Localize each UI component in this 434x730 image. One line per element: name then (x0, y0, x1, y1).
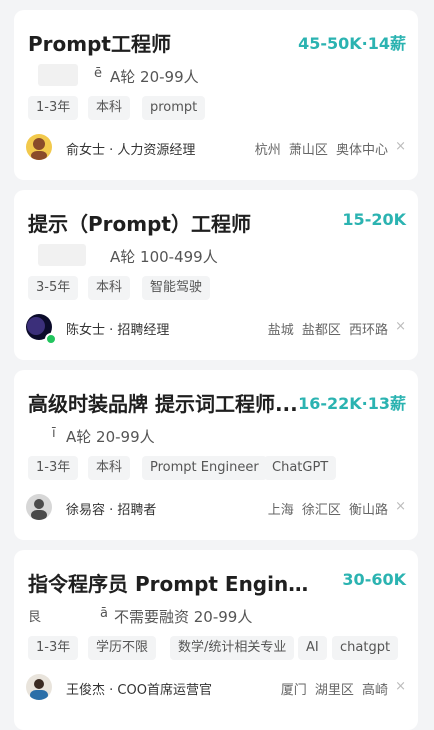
company-info: A轮 100-499人 (110, 248, 218, 266)
company-name-fragment: 艮 (28, 610, 42, 625)
recruiter-avatar[interactable] (26, 494, 52, 520)
job-title-row: 提示（Prompt）工程师 15-20K (28, 208, 406, 236)
job-tag: 智能驾驶 (142, 276, 211, 300)
recruiter-name-title: 王俊杰 · COO首席运营官 (66, 683, 212, 698)
job-title-row: Prompt工程师 45-50K·14薪 (28, 28, 406, 56)
recruiter-name-title: 俞女士 · 人力资源经理 (66, 143, 196, 158)
job-tag: prompt (142, 96, 206, 120)
avatar-head (34, 499, 44, 509)
recruiter-row: 陈女士 · 招聘经理 盐城 盐都区 西环路 × (26, 314, 406, 345)
avatar-art (27, 317, 45, 335)
job-salary: 16-22K·13薪 (298, 394, 406, 413)
job-tag: 本科 (88, 96, 131, 120)
job-tag: 本科 (88, 456, 131, 480)
job-title-row: 高级时装品牌 提示词工程师... 16-22K·13薪 (28, 388, 406, 416)
job-tags: 1-3年 本科 prompt (28, 96, 406, 120)
job-tags: 3-5年 本科 智能驾驶 (28, 276, 406, 300)
job-location: 上海 徐汇区 衡山路 (267, 503, 388, 518)
close-icon[interactable]: × (395, 139, 406, 154)
job-tag: 数学/统计相关专业 (170, 636, 295, 660)
recruiter-avatar[interactable] (26, 134, 52, 160)
company-info: A轮 20-99人 (66, 428, 155, 446)
online-status-dot (45, 333, 57, 345)
avatar-head (34, 679, 44, 689)
job-title-row: 指令程序员 Prompt Engineer 30-60K (28, 568, 406, 596)
avatar-body (30, 690, 48, 700)
recruiter-row: 徐易容 · 招聘者 上海 徐汇区 衡山路 × (26, 494, 406, 522)
job-title[interactable]: 高级时装品牌 提示词工程师... (28, 388, 298, 417)
company-logo (38, 244, 86, 266)
job-tag: 1-3年 (28, 636, 79, 660)
company-info: A轮 20-99人 (110, 68, 199, 86)
job-card[interactable]: Prompt工程师 45-50K·14薪 ē A轮 20-99人 1-3年 本科… (14, 10, 418, 180)
job-tags: 1-3年 学历不限 数学/统计相关专业 AI chatgpt (28, 636, 406, 660)
recruiter-name-title: 徐易容 · 招聘者 (66, 503, 157, 518)
job-tags: 1-3年 本科 Prompt Engineer ChatGPT (28, 456, 406, 480)
company-info: 不需要融资 20-99人 (114, 608, 253, 626)
company-name-fragment: ā (100, 606, 108, 621)
job-tag: 本科 (88, 276, 131, 300)
company-name-fragment: ī (52, 426, 56, 441)
job-card[interactable]: 高级时装品牌 提示词工程师... 16-22K·13薪 ī A轮 20-99人 … (14, 370, 418, 540)
job-salary: 45-50K·14薪 (298, 34, 406, 53)
job-card[interactable]: 提示（Prompt）工程师 15-20K A轮 100-499人 3-5年 本科… (14, 190, 418, 360)
job-tag: 1-3年 (28, 456, 79, 480)
job-tag: 1-3年 (28, 96, 79, 120)
job-location: 杭州 萧山区 奥体中心 (254, 143, 388, 158)
job-location: 厦门 湖里区 高崎 (280, 683, 388, 698)
job-tag: 学历不限 (88, 636, 157, 660)
recruiter-name-title: 陈女士 · 招聘经理 (66, 323, 170, 338)
recruiter-row: 俞女士 · 人力资源经理 杭州 萧山区 奥体中心 × (26, 134, 406, 162)
job-location: 盐城 盐都区 西环路 (267, 323, 388, 338)
company-logo (38, 64, 78, 86)
job-tag: 3-5年 (28, 276, 79, 300)
job-tag: AI (298, 636, 327, 660)
job-title[interactable]: Prompt工程师 (28, 28, 171, 57)
job-tag: ChatGPT (264, 456, 337, 480)
job-title[interactable]: 指令程序员 Prompt Engineer (28, 568, 320, 597)
job-tag: chatgpt (332, 636, 399, 660)
job-salary: 15-20K (342, 210, 406, 229)
avatar-head (33, 138, 45, 150)
avatar-body (31, 510, 47, 520)
recruiter-row: 王俊杰 · COO首席运营官 厦门 湖里区 高崎 × (26, 674, 406, 702)
close-icon[interactable]: × (395, 679, 406, 694)
job-tag: Prompt Engineer (142, 456, 267, 480)
job-list: Prompt工程师 45-50K·14薪 ē A轮 20-99人 1-3年 本科… (0, 0, 434, 730)
job-card[interactable]: 指令程序员 Prompt Engineer 30-60K 艮 ā 不需要融资 2… (14, 550, 418, 730)
avatar-body (31, 151, 47, 160)
company-name-fragment: ē (94, 66, 102, 81)
close-icon[interactable]: × (395, 499, 406, 514)
job-salary: 30-60K (342, 570, 406, 589)
job-title[interactable]: 提示（Prompt）工程师 (28, 208, 251, 237)
recruiter-avatar[interactable] (26, 674, 52, 700)
close-icon[interactable]: × (395, 319, 406, 334)
